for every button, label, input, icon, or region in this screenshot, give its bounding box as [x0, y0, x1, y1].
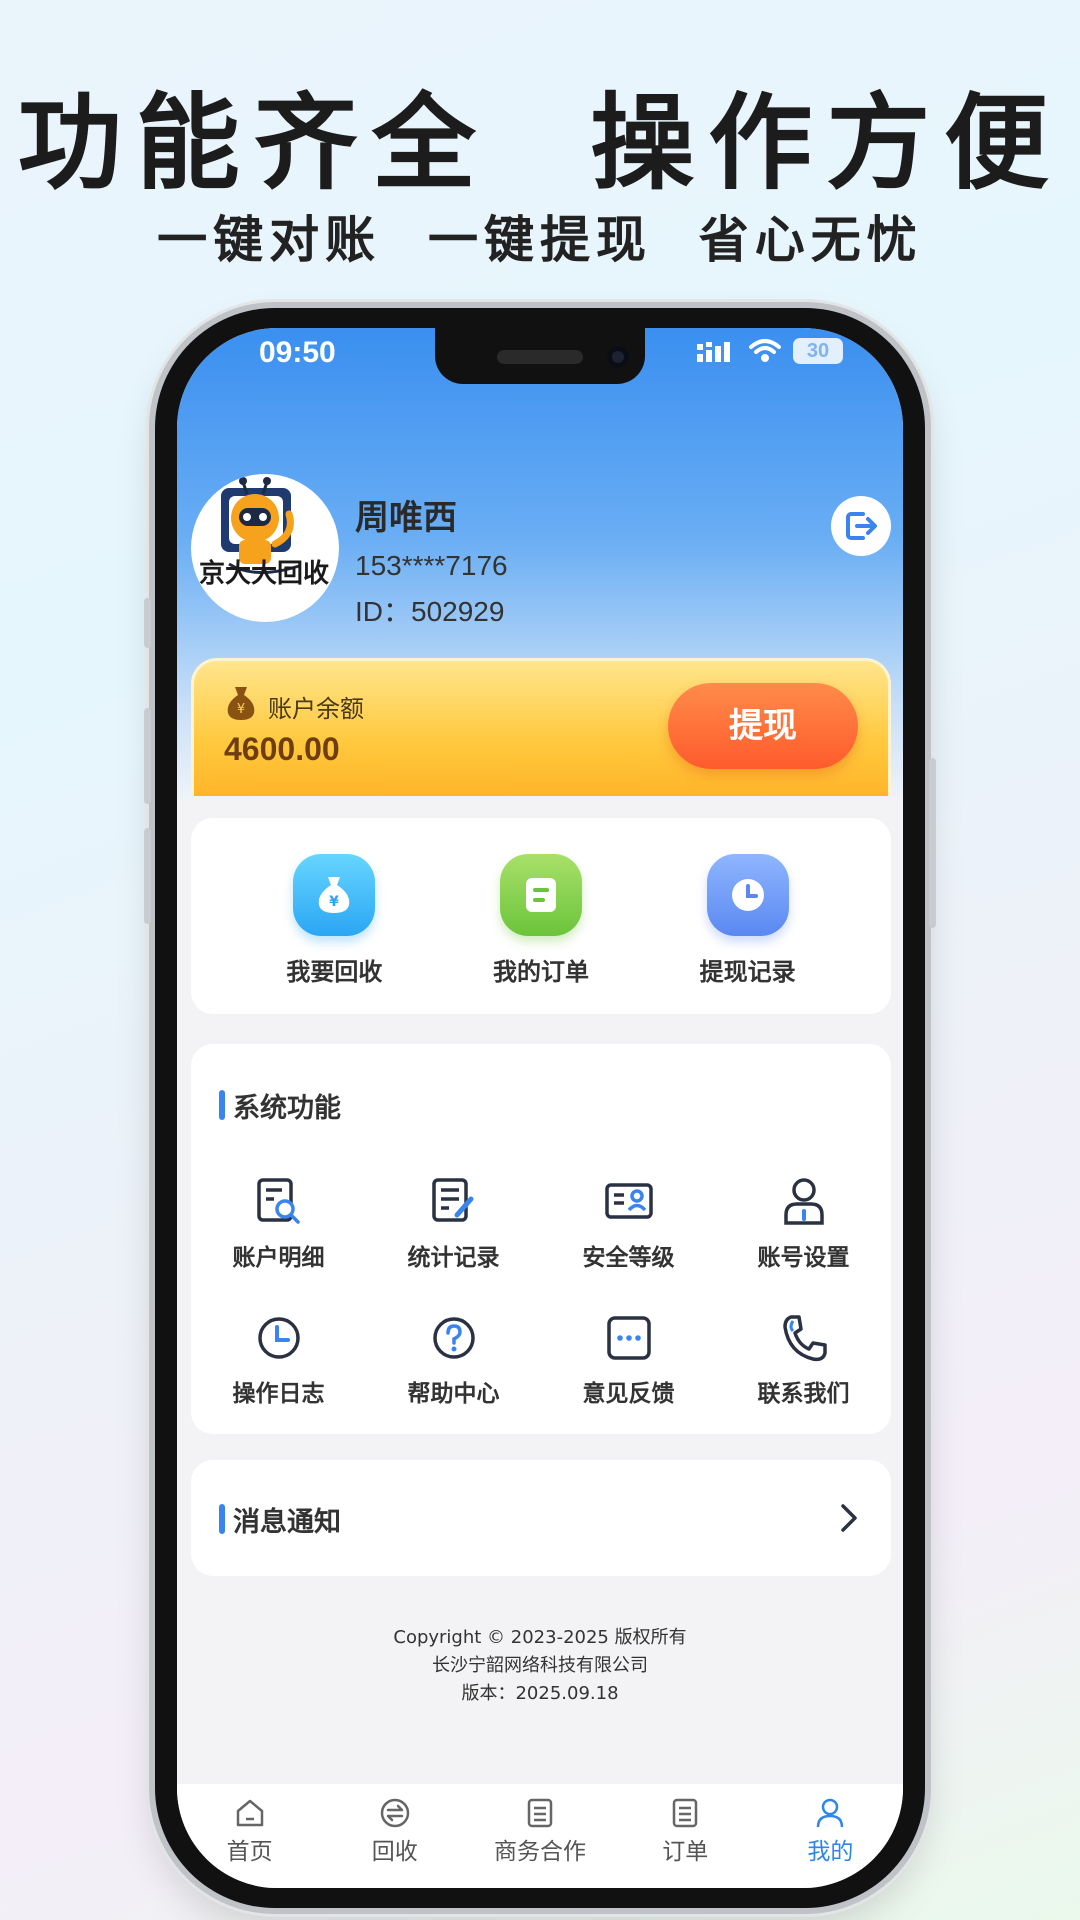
avatar-logo-text: 京大大回收	[199, 558, 329, 589]
user-icon	[817, 1798, 844, 1828]
mute-switch	[144, 598, 151, 648]
quick-action-label: 提现记录	[699, 958, 796, 986]
function-label: 账号设置	[757, 1245, 850, 1271]
battery-indicator: 30	[793, 338, 843, 364]
function-contact-us[interactable]: 联系我们	[716, 1310, 891, 1408]
phone-frame: 09:50 30 京大大回收 周唯西 153****7176 ID：502929…	[144, 308, 936, 1908]
balance-label: 账户余额	[268, 695, 364, 723]
status-time: 09:50	[259, 336, 336, 369]
system-functions-grid: 账户明细 统计记录 安全等级 账号设置 操作日志 帮助中心 意见反馈 联系我们	[191, 1174, 891, 1408]
copyright-text: Copyright © 2023-2025 版权所有	[393, 1627, 687, 1648]
function-help-center[interactable]: 帮助中心	[366, 1310, 541, 1408]
document-edit-icon	[426, 1174, 482, 1230]
system-functions-card: 系统功能 账户明细 统计记录 安全等级 账号设置 操作日志 帮助中心 意见反馈 …	[191, 1044, 891, 1434]
function-feedback[interactable]: 意见反馈	[541, 1310, 716, 1408]
tab-home[interactable]: 首页	[177, 1784, 322, 1888]
tab-label: 我的	[807, 1839, 854, 1865]
clock-icon	[706, 854, 789, 936]
user-phone: 153****7176	[355, 550, 508, 581]
function-account-settings[interactable]: 账号设置	[716, 1174, 891, 1272]
function-operation-log[interactable]: 操作日志	[191, 1310, 366, 1408]
section-title-notice: 消息通知	[219, 1500, 341, 1539]
id-card-icon	[601, 1174, 657, 1230]
question-icon	[426, 1310, 482, 1366]
withdraw-button[interactable]: 提现	[668, 683, 858, 769]
signal-icon	[697, 342, 730, 362]
phone-icon	[776, 1310, 832, 1366]
company-text: 长沙宁韶网络科技有限公司	[432, 1655, 648, 1676]
tab-mine[interactable]: 我的	[758, 1784, 903, 1888]
quick-actions-card: ¥ 我要回收 我的订单 提现记录	[191, 818, 891, 1014]
document-search-icon	[251, 1174, 307, 1230]
list-icon	[527, 1798, 553, 1828]
version-text: 版本：2025.09.18	[461, 1683, 619, 1704]
tab-label: 回收	[371, 1839, 418, 1865]
status-icons: 30	[697, 338, 843, 364]
function-label: 安全等级	[582, 1245, 675, 1271]
function-label: 操作日志	[232, 1381, 325, 1407]
tab-label: 订单	[662, 1839, 709, 1865]
section-title-system: 系统功能	[219, 1086, 341, 1125]
tab-orders[interactable]: 订单	[613, 1784, 758, 1888]
function-statistics[interactable]: 统计记录	[366, 1174, 541, 1272]
logout-button[interactable]	[831, 496, 891, 556]
chevron-right-icon	[841, 1504, 857, 1532]
quick-action-label: 我的订单	[492, 958, 589, 986]
promo-subline: 一键对账 一键提现 省心无忧	[157, 210, 923, 269]
logout-icon	[846, 512, 877, 540]
notice-card[interactable]: 消息通知	[191, 1460, 891, 1576]
volume-down-button	[144, 828, 151, 924]
function-label: 意见反馈	[582, 1381, 675, 1407]
notch	[435, 328, 645, 384]
function-label: 账户明细	[232, 1245, 325, 1271]
clock-icon	[251, 1310, 307, 1366]
function-label: 统计记录	[407, 1245, 500, 1271]
tab-bar: 首页 回收 商务合作 订单 我的	[177, 1784, 903, 1888]
svg-text:¥: ¥	[329, 894, 339, 910]
home-icon	[236, 1799, 263, 1827]
footer: Copyright © 2023-2025 版权所有 长沙宁韶网络科技有限公司 …	[177, 1624, 903, 1708]
tab-label: 商务合作	[494, 1839, 586, 1865]
function-account-details[interactable]: 账户明细	[191, 1174, 366, 1272]
tab-label: 首页	[226, 1839, 273, 1865]
camera	[607, 346, 629, 368]
app-screen: 09:50 30 京大大回收 周唯西 153****7176 ID：502929…	[177, 328, 903, 1888]
user-name: 周唯西	[355, 498, 457, 538]
moneybag-icon: ¥	[227, 687, 255, 720]
user-id: ID：502929	[355, 596, 505, 627]
svg-text:¥: ¥	[237, 702, 245, 717]
avatar[interactable]: 京大大回收	[191, 474, 339, 622]
exchange-icon	[380, 1798, 410, 1828]
wifi-icon	[749, 339, 781, 362]
balance-value: 4600.00	[224, 731, 340, 767]
function-label: 帮助中心	[407, 1381, 500, 1407]
volume-up-button	[144, 708, 151, 804]
tab-recycle[interactable]: 回收	[322, 1784, 467, 1888]
order-icon	[499, 854, 582, 936]
quick-action-withdraw-records[interactable]: 提现记录	[668, 818, 828, 1014]
tab-business[interactable]: 商务合作	[467, 1784, 612, 1888]
quick-action-label: 我要回收	[286, 958, 383, 986]
quick-action-recycle[interactable]: ¥ 我要回收	[254, 818, 414, 1014]
promo-headline: 功能齐全 操作方便	[17, 81, 1063, 204]
robot-logo: 京大大回收	[199, 477, 329, 589]
chat-icon	[601, 1310, 657, 1366]
balance-card: ¥ 账户余额 4600.00 提现	[191, 658, 891, 796]
speaker	[497, 350, 583, 364]
function-security-level[interactable]: 安全等级	[541, 1174, 716, 1272]
function-label: 联系我们	[757, 1381, 850, 1407]
user-icon	[776, 1174, 832, 1230]
power-button	[929, 758, 936, 928]
moneybag-icon: ¥	[293, 854, 376, 936]
list-icon	[672, 1798, 698, 1828]
quick-action-orders[interactable]: 我的订单	[461, 818, 621, 1014]
